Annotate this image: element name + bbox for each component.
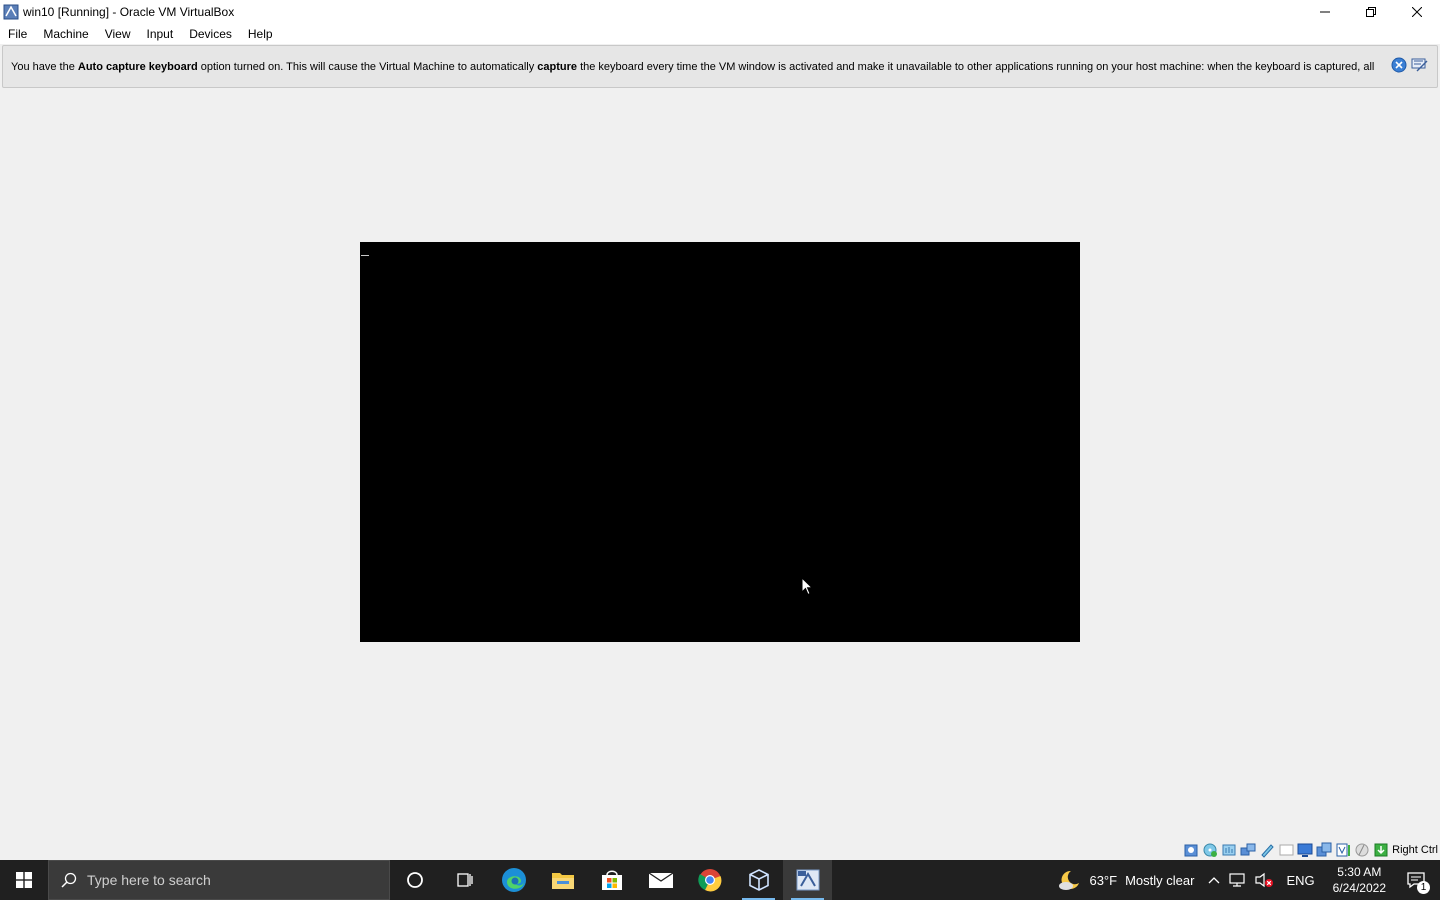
virtualbox-icon — [748, 869, 769, 891]
close-button[interactable] — [1394, 0, 1440, 24]
edge-taskbar-button[interactable] — [489, 860, 538, 900]
auto-capture-notice: You have the Auto capture keyboard optio… — [2, 45, 1438, 88]
volume-button[interactable] — [1250, 860, 1278, 900]
weather-temperature: 63°F — [1089, 872, 1118, 888]
action-center-button[interactable]: 1 — [1396, 860, 1440, 900]
menu-file[interactable]: File — [0, 24, 35, 44]
menu-view[interactable]: View — [97, 24, 139, 44]
menu-bar: File Machine View Input Devices Help — [0, 24, 1440, 44]
chevron-up-icon — [1208, 877, 1220, 884]
file-explorer-taskbar-button[interactable] — [538, 860, 587, 900]
notice-suppress-button[interactable] — [1411, 57, 1429, 78]
notification-count-badge: 1 — [1417, 881, 1430, 894]
vm-display-area[interactable] — [0, 89, 1440, 841]
clock-date: 6/24/2022 — [1332, 881, 1386, 895]
menu-devices[interactable]: Devices — [181, 24, 240, 44]
file-explorer-icon — [551, 873, 574, 889]
optical-disk-icon[interactable] — [1202, 842, 1219, 858]
close-icon — [1412, 7, 1422, 17]
restore-icon — [1366, 7, 1376, 17]
notice-text-3: the keyboard every time the VM window is… — [577, 60, 1375, 73]
vm-window-icon — [796, 869, 819, 891]
input-language-button[interactable]: ENG — [1278, 860, 1322, 900]
mail-icon — [648, 872, 673, 888]
search-icon — [61, 872, 77, 888]
host-key-label: Right Ctrl — [1392, 844, 1438, 856]
virtualbox-app-icon — [3, 4, 19, 20]
shared-folder-icon[interactable] — [1278, 842, 1295, 858]
volume-muted-icon — [1255, 872, 1274, 888]
chrome-icon — [697, 869, 721, 892]
cortana-icon — [407, 872, 423, 888]
usb-icon[interactable] — [1259, 842, 1276, 858]
audio-icon[interactable] — [1221, 842, 1238, 858]
mouse-integration-icon[interactable] — [1354, 842, 1371, 858]
store-icon — [601, 870, 622, 890]
keyboard-capture-icon[interactable] — [1373, 842, 1390, 858]
search-placeholder: Type here to search — [87, 872, 211, 888]
suppress-message-icon — [1411, 58, 1428, 72]
menu-machine[interactable]: Machine — [35, 24, 96, 44]
notice-bold-1: Auto capture keyboard — [77, 60, 198, 73]
taskbar-search-box[interactable]: Type here to search — [48, 860, 390, 900]
display-icon[interactable] — [1297, 842, 1314, 858]
notice-text-1: You have the — [11, 60, 78, 73]
vm-status-bar: Right Ctrl — [0, 841, 1440, 860]
network-status-button[interactable] — [1224, 860, 1250, 900]
chrome-taskbar-button[interactable] — [685, 860, 734, 900]
network-wired-icon — [1229, 873, 1246, 887]
title-bar[interactable]: win10 [Running] - Oracle VM VirtualBox — [0, 0, 1440, 24]
task-view-icon — [456, 873, 473, 887]
clock-button[interactable]: 5:30 AM 6/24/2022 — [1323, 864, 1396, 896]
minimize-button[interactable] — [1302, 0, 1348, 24]
weather-condition: Mostly clear — [1125, 872, 1195, 888]
cortana-button[interactable] — [390, 860, 440, 900]
minimize-icon — [1320, 11, 1330, 13]
virtualbox-taskbar-button[interactable] — [734, 860, 783, 900]
input-language-label: ENG — [1286, 872, 1315, 888]
windows-logo-icon — [16, 872, 32, 888]
notice-close-button[interactable] — [1391, 57, 1407, 78]
close-circle-icon — [1391, 57, 1407, 73]
system-tray: 63°F Mostly clear ENG 5:30 AM 6/24/2022 … — [1053, 860, 1440, 900]
task-view-button[interactable] — [440, 860, 489, 900]
windows-taskbar: Type here to search 63°F Mostly clear EN… — [0, 860, 1440, 900]
notice-bold-2: capture — [537, 60, 578, 73]
hard-disk-icon[interactable] — [1183, 842, 1200, 858]
notice-text-2: option turned on. This will cause the Vi… — [197, 60, 538, 73]
weather-widget[interactable]: 63°F Mostly clear — [1053, 860, 1204, 900]
restore-button[interactable] — [1348, 0, 1394, 24]
edge-icon — [501, 868, 526, 892]
notice-message: You have the Auto capture keyboard optio… — [3, 61, 1378, 73]
window-title: win10 [Running] - Oracle VM VirtualBox — [23, 5, 235, 19]
mouse-pointer-icon — [801, 577, 813, 596]
moon-cloud-icon — [1059, 870, 1080, 890]
vm-window-taskbar-button[interactable] — [783, 860, 832, 900]
mail-taskbar-button[interactable] — [636, 860, 685, 900]
menu-input[interactable]: Input — [139, 24, 182, 44]
network-icon[interactable] — [1240, 842, 1257, 858]
menu-help[interactable]: Help — [240, 24, 281, 44]
clock-time: 5:30 AM — [1337, 865, 1382, 879]
text-cursor — [361, 255, 369, 256]
cpu-icon[interactable] — [1335, 842, 1352, 858]
store-taskbar-button[interactable] — [587, 860, 636, 900]
recording-icon[interactable] — [1316, 842, 1333, 858]
vm-screen[interactable] — [360, 242, 1080, 642]
show-hidden-icons-button[interactable] — [1204, 860, 1224, 900]
start-button[interactable] — [0, 860, 48, 900]
